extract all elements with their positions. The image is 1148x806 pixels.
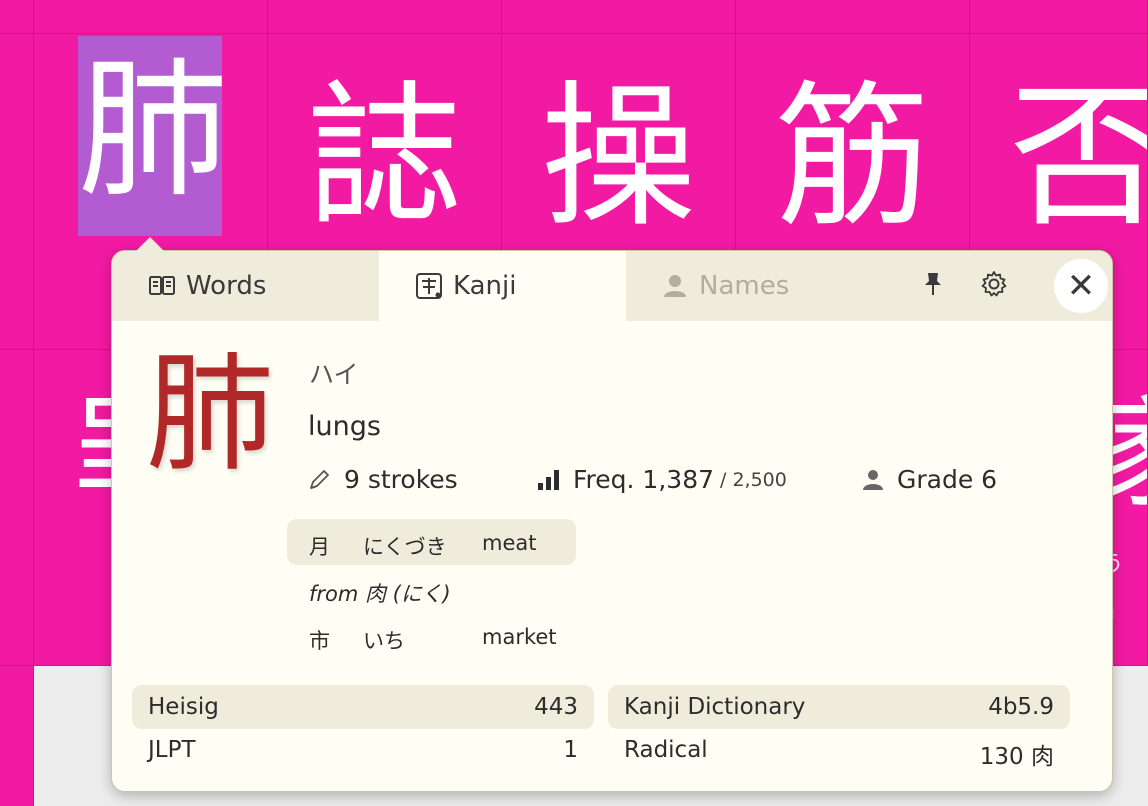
frequency-text: Freq. 1,387 bbox=[573, 465, 715, 494]
frequency: Freq. 1,387 / 2,500 bbox=[537, 465, 787, 494]
radical-ref-label: Radical bbox=[624, 737, 708, 763]
component-reading: いち bbox=[363, 629, 405, 653]
grid-kanji: 否 bbox=[970, 72, 1147, 242]
bar-chart-icon bbox=[537, 468, 561, 492]
tab-words-label: Words bbox=[186, 271, 267, 301]
radical-meaning: meat bbox=[482, 531, 537, 555]
component-symbol: 市 bbox=[309, 629, 330, 653]
person-icon bbox=[861, 468, 885, 492]
grid-cell bbox=[502, 0, 736, 34]
tab-names[interactable]: Names bbox=[661, 251, 891, 321]
grid-cell bbox=[0, 34, 34, 350]
heisig-value: 443 bbox=[534, 694, 578, 720]
kanji-icon bbox=[415, 272, 443, 300]
tab-words[interactable]: Words bbox=[148, 251, 378, 321]
kanji-popup: Words Kanji Names ✕ 肺 ハイ lungs 9 strokes… bbox=[111, 250, 1113, 792]
settings-button[interactable] bbox=[979, 271, 1009, 301]
kanji-meaning: lungs bbox=[308, 411, 381, 442]
kanjidic-value: 4b5.9 bbox=[988, 694, 1054, 720]
component-meaning: market bbox=[482, 625, 557, 649]
selected-grid-kanji[interactable]: 肺 bbox=[78, 36, 222, 236]
tab-kanji-label: Kanji bbox=[453, 271, 517, 301]
frequency-total: / 2,500 bbox=[720, 468, 787, 491]
stroke-count: 9 strokes bbox=[308, 465, 458, 494]
jlpt-label: JLPT bbox=[148, 737, 196, 763]
on-reading: ハイ bbox=[309, 360, 359, 389]
book-icon bbox=[148, 272, 176, 300]
pin-icon bbox=[922, 271, 944, 301]
grade-text: Grade 6 bbox=[897, 465, 998, 494]
grid-cell bbox=[268, 0, 502, 34]
grid-cell bbox=[34, 0, 268, 34]
radical-symbol: 月 bbox=[309, 535, 330, 559]
grid-cell bbox=[0, 350, 34, 666]
grid-cell bbox=[970, 0, 1148, 34]
grid-cell bbox=[736, 0, 970, 34]
grid-kanji: 操 bbox=[540, 66, 697, 248]
pencil-icon bbox=[308, 468, 332, 492]
heisig-label: Heisig bbox=[148, 694, 219, 720]
grade: Grade 6 bbox=[861, 465, 997, 494]
grid-cell bbox=[0, 666, 34, 806]
tab-names-label: Names bbox=[699, 271, 790, 301]
tab-kanji[interactable]: Kanji bbox=[379, 251, 626, 321]
kanjidic-label: Kanji Dictionary bbox=[624, 694, 806, 720]
person-icon bbox=[661, 272, 689, 300]
kanji-character: 肺 bbox=[146, 340, 275, 489]
pin-button[interactable] bbox=[918, 271, 948, 301]
stroke-count-text: 9 strokes bbox=[344, 465, 458, 494]
grid-kanji: 筋 bbox=[774, 66, 931, 248]
gear-icon bbox=[980, 270, 1008, 302]
radical-source: from 肉 (にく) bbox=[309, 582, 451, 606]
radical-reading: にくづき bbox=[363, 535, 447, 559]
popup-tab-bar: Words Kanji Names ✕ bbox=[112, 251, 1112, 321]
popup-pointer bbox=[136, 237, 164, 251]
jlpt-value: 1 bbox=[563, 737, 578, 763]
radical-ref-value: 130 肉 bbox=[979, 744, 1054, 770]
grid-kanji: 誌 bbox=[306, 66, 463, 248]
close-button[interactable]: ✕ bbox=[1054, 259, 1108, 313]
grid-cell bbox=[0, 0, 34, 34]
close-icon: ✕ bbox=[1066, 266, 1096, 306]
